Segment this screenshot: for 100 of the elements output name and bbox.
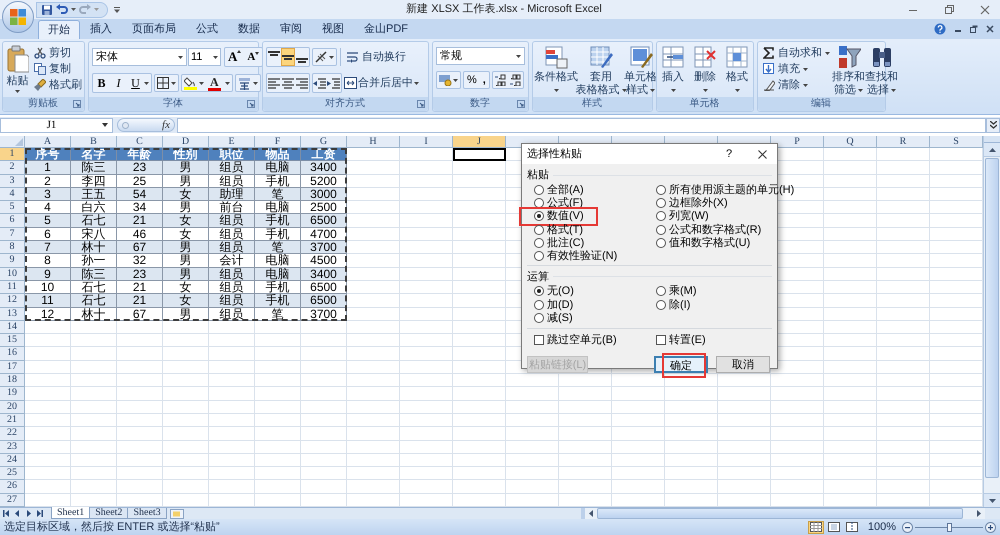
option-label[interactable]: 除(I)	[669, 298, 690, 311]
ribbon-tab[interactable]: 审阅	[270, 20, 312, 39]
toolbar-button[interactable]: 清除	[761, 77, 832, 93]
font-size-field[interactable]: 11	[188, 48, 221, 66]
option-label[interactable]: 值和数字格式(U)	[669, 236, 750, 249]
row-header[interactable]: 19	[0, 387, 25, 401]
row-header[interactable]: 2	[0, 161, 25, 175]
option-label[interactable]: 格式(T)	[547, 224, 584, 236]
checkbox-label[interactable]: 跳过空单元(B)	[547, 334, 617, 346]
percent-button[interactable]: %	[464, 72, 480, 88]
row-header[interactable]: 15	[0, 334, 25, 348]
sheet-tab[interactable]: Sheet3	[128, 508, 167, 520]
font-name-field[interactable]: 宋体	[92, 48, 187, 66]
column-header[interactable]: J	[453, 136, 506, 148]
row-header[interactable]: 18	[0, 374, 25, 388]
row-header[interactable]: 11	[0, 280, 25, 294]
insert-function-button[interactable]: fx	[117, 118, 175, 132]
wrap-text-button[interactable]: 自动换行	[344, 49, 408, 65]
row-header[interactable]: 4	[0, 188, 25, 202]
ribbon-tab[interactable]: 数据	[228, 20, 270, 39]
option-label[interactable]: 加(D)	[547, 298, 574, 311]
column-header[interactable]: P	[771, 136, 824, 148]
row-header[interactable]: 20	[0, 400, 25, 414]
row-header[interactable]: 10	[0, 268, 25, 281]
option-label[interactable]: 边框除外(X)	[669, 196, 728, 209]
toolbar-button[interactable]: 格式刷	[32, 77, 84, 93]
row-header[interactable]: 3	[0, 174, 25, 188]
column-header[interactable]: A	[25, 136, 71, 148]
italic-button[interactable]: I	[110, 74, 127, 92]
ribbon-tab[interactable]: 开始	[38, 20, 80, 39]
zoom-level[interactable]: 100%	[868, 518, 896, 535]
row-header[interactable]: 26	[0, 480, 25, 494]
shrink-font-button[interactable]: A	[244, 48, 262, 66]
ribbon-tab[interactable]: 页面布局	[122, 20, 186, 39]
row-header[interactable]: 14	[0, 320, 25, 334]
row-header[interactable]: 25	[0, 467, 25, 480]
row-header[interactable]: 5	[0, 201, 25, 214]
column-header[interactable]: E	[209, 136, 255, 148]
row-header[interactable]: 16	[0, 347, 25, 361]
underline-button[interactable]: U	[127, 74, 144, 92]
comma-button[interactable]: ,	[480, 72, 489, 88]
ribbon-button[interactable]: 排序和 筛选	[832, 42, 865, 97]
option-label[interactable]: 公式和数字格式(R)	[669, 224, 762, 236]
number-format-field[interactable]: 常规	[436, 47, 525, 65]
column-header[interactable]: D	[163, 136, 209, 148]
help-button[interactable]: ?	[719, 146, 739, 162]
paste-button[interactable]: 粘贴	[3, 42, 32, 97]
ribbon-tab[interactable]: 插入	[80, 20, 122, 39]
option-label[interactable]: 列宽(W)	[669, 210, 709, 222]
ribbon-button[interactable]: 查找和 选择	[865, 42, 898, 97]
option-label[interactable]: 乘(M)	[669, 285, 696, 298]
sheet-tab[interactable]: Sheet2	[90, 508, 128, 520]
toolbar-button[interactable]: 自动求和	[761, 45, 832, 61]
option-label[interactable]: 所有使用源主题的单元(H)	[669, 184, 794, 196]
row-header[interactable]: 6	[0, 214, 25, 228]
row-header[interactable]: 12	[0, 294, 25, 308]
row-header[interactable]: 7	[0, 228, 25, 242]
option-label[interactable]: 有效性验证(N)	[547, 250, 618, 262]
row-header[interactable]: 27	[0, 494, 25, 508]
column-header[interactable]: H	[347, 136, 400, 148]
ribbon-button[interactable]: 套用 表格格式	[578, 42, 624, 97]
row-header[interactable]: 17	[0, 360, 25, 374]
option-label[interactable]: 减(S)	[547, 312, 573, 324]
column-header[interactable]: F	[255, 136, 301, 148]
ribbon-tab[interactable]: 金山PDF	[354, 20, 418, 39]
name-box[interactable]: J1	[0, 118, 113, 132]
row-header[interactable]: 22	[0, 427, 25, 441]
row-header[interactable]: 13	[0, 308, 25, 321]
column-header[interactable]: Q	[824, 136, 877, 148]
column-header[interactable]: S	[930, 136, 983, 148]
option-label[interactable]: 数值(V)	[547, 210, 584, 222]
bold-button[interactable]: B	[93, 74, 110, 92]
grow-font-button[interactable]: A	[225, 48, 244, 66]
ribbon-button[interactable]: 删除	[690, 42, 720, 97]
column-header[interactable]: B	[71, 136, 117, 148]
row-header[interactable]: 1	[0, 148, 25, 162]
toolbar-button[interactable]: 剪切	[32, 45, 84, 61]
checkbox-label[interactable]: 转置(E)	[669, 334, 706, 346]
dialog-button[interactable]: 取消	[716, 356, 770, 373]
column-header[interactable]: R	[877, 136, 930, 148]
row-header[interactable]: 23	[0, 440, 25, 454]
font-color-button[interactable]: A	[206, 74, 223, 92]
option-label[interactable]: 批注(C)	[547, 236, 584, 249]
ribbon-button[interactable]: 插入	[658, 42, 688, 97]
option-label[interactable]: 全部(A)	[547, 184, 584, 196]
column-header[interactable]: C	[117, 136, 163, 148]
ribbon-button[interactable]: 格式	[722, 42, 752, 97]
row-header[interactable]: 24	[0, 454, 25, 468]
merge-center-button[interactable]: 合并后居中	[344, 75, 419, 91]
option-label[interactable]: 无(O)	[547, 285, 574, 298]
row-header[interactable]: 9	[0, 254, 25, 268]
sheet-tab[interactable]: Sheet1	[51, 507, 90, 520]
toolbar-button[interactable]: 复制	[32, 61, 84, 77]
column-header[interactable]: I	[400, 136, 453, 148]
row-header[interactable]: 21	[0, 414, 25, 428]
ribbon-tab[interactable]: 公式	[186, 20, 228, 39]
row-header[interactable]: 8	[0, 241, 25, 254]
column-header[interactable]: G	[301, 136, 347, 148]
toolbar-button[interactable]: 填充	[761, 61, 832, 77]
ribbon-tab[interactable]: 视图	[312, 20, 354, 39]
